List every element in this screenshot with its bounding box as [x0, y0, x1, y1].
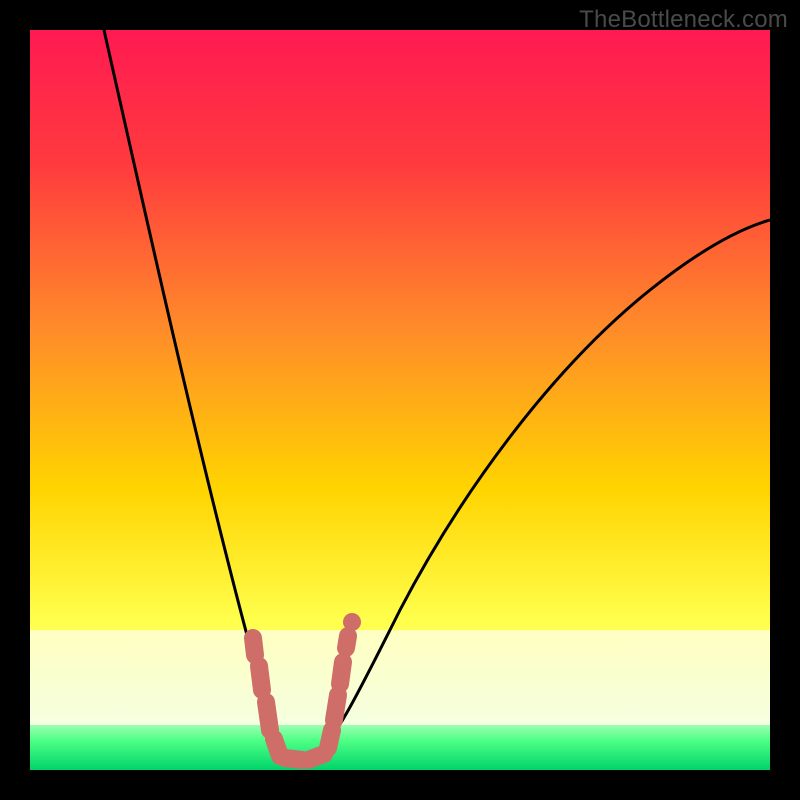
curve-right-branch — [310, 220, 770, 762]
chart-frame: TheBottleneck.com — [0, 0, 800, 800]
curve-left-branch — [104, 30, 296, 762]
plot-area — [30, 30, 770, 770]
watermark-text: TheBottleneck.com — [579, 6, 788, 34]
marker-dot — [343, 613, 361, 631]
highlighted-marker-cluster — [253, 636, 348, 760]
bottleneck-curve — [30, 30, 770, 770]
